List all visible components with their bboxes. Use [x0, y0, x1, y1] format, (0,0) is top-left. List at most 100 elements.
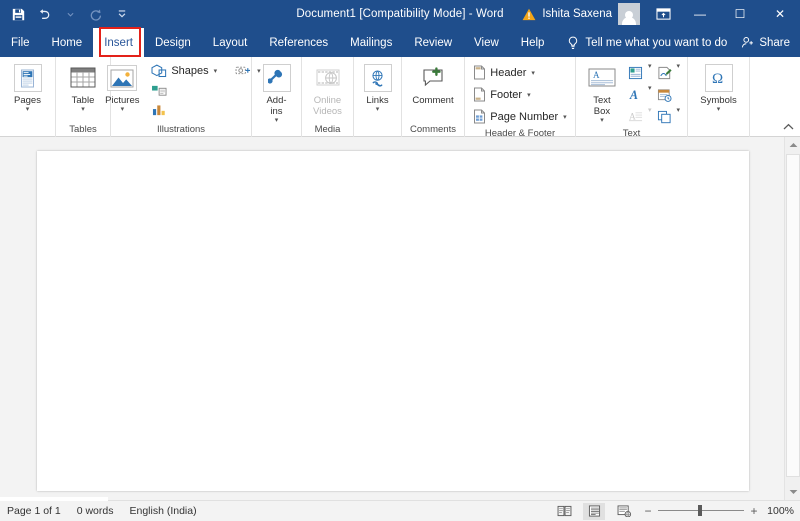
page-number-button[interactable]: Page Number ▾	[470, 106, 569, 127]
zoom-out-button[interactable]: −	[643, 505, 653, 517]
pictures-icon	[107, 63, 138, 93]
chevron-down-icon[interactable]: ▾	[121, 106, 125, 114]
print-layout-view-button[interactable]	[583, 502, 605, 520]
chart-icon	[151, 103, 168, 117]
ribbon-group-label-comments: Comments	[410, 124, 456, 135]
header-icon	[473, 65, 486, 80]
comment-button[interactable]: Comment	[405, 60, 461, 106]
comment-icon	[418, 63, 448, 93]
chart-button[interactable]	[148, 100, 263, 119]
chevron-down-icon[interactable]: ▾	[527, 91, 531, 99]
document-canvas[interactable]	[0, 137, 800, 500]
warning-triangle-icon[interactable]	[522, 8, 536, 21]
redo-icon[interactable]	[84, 3, 108, 25]
status-bar-nub	[0, 497, 108, 501]
customize-quick-access-toolbar-icon[interactable]	[110, 3, 134, 25]
word-count[interactable]: 0 words	[77, 505, 114, 517]
ribbon-group-label-links	[358, 123, 397, 137]
ribbon-display-options-icon[interactable]	[646, 0, 680, 28]
tab-view[interactable]: View	[463, 28, 510, 57]
page-info[interactable]: Page 1 of 1	[7, 505, 61, 517]
minimize-button[interactable]: —	[680, 0, 720, 28]
chevron-down-icon[interactable]: ▾	[674, 62, 684, 83]
share-button[interactable]: Share	[741, 28, 790, 57]
chevron-down-icon-undo[interactable]	[58, 3, 82, 25]
tab-layout[interactable]: Layout	[202, 28, 259, 57]
header-button[interactable]: Header ▾	[470, 62, 569, 83]
account-name[interactable]: Ishita Saxena	[542, 8, 612, 20]
close-button[interactable]: ✕	[760, 0, 800, 28]
chevron-down-icon[interactable]: ▾	[275, 117, 279, 125]
date-time-button[interactable]	[655, 84, 674, 105]
tab-file[interactable]: File	[0, 28, 41, 57]
zoom-in-button[interactable]: +	[749, 505, 759, 517]
tab-review[interactable]: Review	[403, 28, 463, 57]
add-ins-button[interactable]: Add- ins ▾	[254, 60, 300, 125]
chevron-down-icon-drop-cap[interactable]: ▾	[645, 106, 655, 127]
comment-button-label: Comment	[412, 95, 454, 106]
drop-cap-button[interactable]: A	[626, 106, 645, 127]
object-button[interactable]	[655, 106, 674, 127]
tab-design[interactable]: Design	[144, 28, 202, 57]
svg-text:A: A	[593, 70, 600, 80]
online-videos-icon	[313, 63, 343, 93]
ribbon-group-label-add-ins	[256, 125, 297, 137]
ribbon-group-add-ins: Add- ins ▾	[252, 57, 302, 137]
ribbon-group-pages: Pages ▾	[0, 57, 56, 137]
tell-me-search[interactable]: Tell me what you want to do	[555, 36, 727, 50]
pages-button[interactable]: Pages ▾	[5, 60, 51, 114]
status-bar-right: − + 100%	[553, 502, 794, 520]
undo-icon[interactable]	[32, 3, 56, 25]
title-bar-right-controls: Ishita Saxena — ☐ ✕	[522, 0, 800, 28]
language-indicator[interactable]: English (India)	[129, 505, 196, 517]
chevron-down-icon[interactable]: ▾	[376, 106, 380, 114]
save-icon[interactable]	[6, 3, 30, 25]
tab-insert[interactable]: Insert	[93, 28, 144, 57]
maximize-button[interactable]: ☐	[720, 0, 760, 28]
scrollbar-thumb[interactable]	[786, 154, 800, 477]
tab-mailings[interactable]: Mailings	[339, 28, 403, 57]
read-mode-view-button[interactable]	[553, 503, 575, 520]
ribbon: Pages ▾ Table ▾ Tables Pictures ▾ Shapes…	[0, 57, 800, 139]
vertical-scrollbar[interactable]	[784, 137, 800, 500]
online-videos-button[interactable]: Online Videos	[305, 60, 351, 117]
chevron-down-icon[interactable]: ▾	[81, 106, 85, 114]
scroll-up-arrow-icon[interactable]	[785, 137, 800, 153]
wordart-button[interactable]: A	[626, 84, 645, 105]
page-number-icon	[473, 109, 486, 124]
signature-line-button[interactable]	[655, 62, 674, 83]
tell-me-label: Tell me what you want to do	[585, 36, 728, 49]
text-box-button[interactable]: A Text Box ▾	[580, 60, 624, 125]
account-area[interactable]: Ishita Saxena	[522, 3, 646, 25]
tab-help[interactable]: Help	[510, 28, 556, 57]
chevron-up-icon[interactable]	[780, 120, 796, 134]
zoom-level[interactable]: 100%	[764, 505, 794, 517]
tab-home[interactable]: Home	[41, 28, 94, 57]
table-icon	[68, 63, 98, 93]
shapes-button[interactable]: Shapes ▾	[148, 60, 220, 81]
quick-parts-button[interactable]	[626, 62, 645, 83]
links-button[interactable]: Links ▾	[355, 60, 401, 114]
symbols-button[interactable]: Ω Symbols ▾	[692, 60, 746, 114]
chevron-down-icon[interactable]: ▾	[600, 117, 604, 125]
smartart-button[interactable]	[148, 81, 263, 100]
chevron-down-icon[interactable]: ▾	[531, 69, 535, 77]
chevron-down-icon[interactable]: ▾	[674, 106, 684, 127]
web-layout-view-button[interactable]	[613, 503, 635, 520]
document-page[interactable]	[37, 151, 749, 491]
chevron-down-icon[interactable]: ▾	[645, 84, 655, 105]
links-icon	[363, 63, 393, 93]
zoom-slider[interactable]	[658, 505, 744, 517]
avatar[interactable]	[618, 3, 640, 25]
chevron-down-icon[interactable]: ▾	[214, 67, 218, 75]
footer-button[interactable]: Footer ▾	[470, 84, 569, 105]
chevron-down-icon[interactable]: ▾	[26, 106, 30, 114]
zoom-slider-knob[interactable]	[698, 505, 702, 516]
zoom-control[interactable]: − + 100%	[643, 505, 794, 517]
pictures-button[interactable]: Pictures ▾	[98, 60, 146, 114]
chevron-down-icon[interactable]: ▾	[645, 62, 655, 83]
scroll-down-arrow-icon[interactable]	[785, 484, 800, 500]
chevron-down-icon[interactable]: ▾	[563, 113, 567, 121]
tab-references[interactable]: References	[258, 28, 339, 57]
chevron-down-icon[interactable]: ▾	[717, 106, 721, 114]
